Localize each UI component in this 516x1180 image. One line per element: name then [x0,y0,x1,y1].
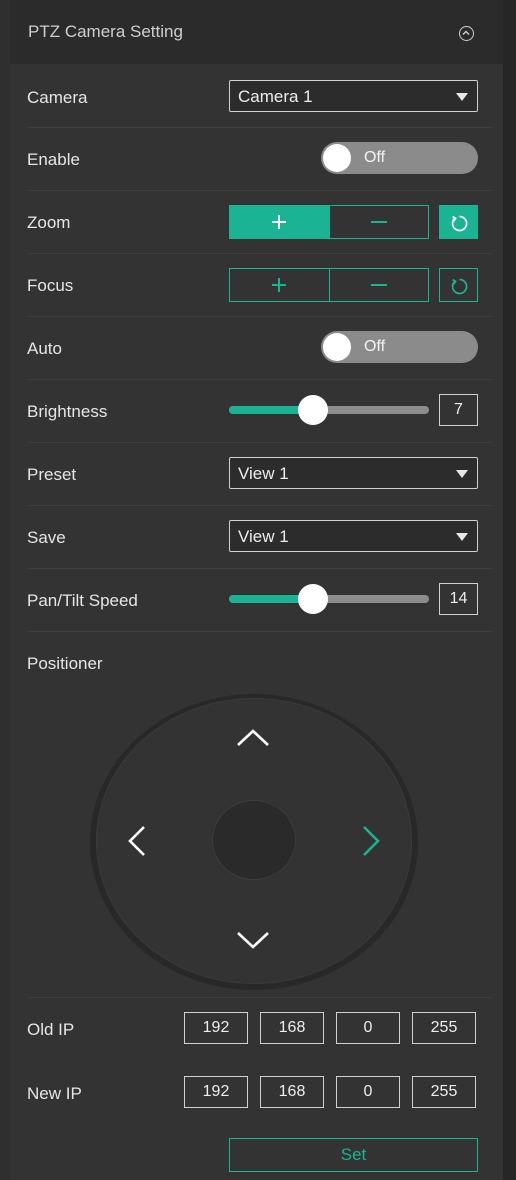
enable-toggle-state: Off [364,149,386,166]
pan-tilt-speed-label: Pan/Tilt Speed [27,591,138,610]
toggle-knob [323,144,351,172]
plus-icon [278,215,281,229]
auto-toggle[interactable]: Off [321,331,478,363]
old-ip-label: Old IP [27,1020,75,1039]
divider [27,379,493,380]
pan-tilt-speed-slider[interactable] [229,584,429,614]
zoom-label: Zoom [27,213,71,232]
zoom-reset-button[interactable] [439,205,478,239]
toggle-knob [323,333,351,361]
brightness-value[interactable]: 7 [439,394,478,426]
arrow-down-icon[interactable] [236,930,270,950]
new-ip-octet-3[interactable]: 0 [336,1076,400,1108]
minus-icon [370,284,387,286]
positioner-label: Positioner [27,654,103,673]
zoom-in-button[interactable] [230,206,329,238]
preset-select-value: View 1 [238,464,289,483]
save-select[interactable]: View 1 [229,520,478,552]
collapse-icon[interactable] [459,26,474,41]
divider [27,568,493,569]
focus-out-button[interactable] [328,269,429,301]
arrow-up-icon[interactable] [236,728,270,748]
chevron-down-icon [456,470,468,478]
panel-header: PTZ Camera Setting [10,0,503,64]
refresh-icon [451,215,468,232]
divider [27,127,493,128]
old-ip-octet-3[interactable]: 0 [336,1012,400,1044]
chevron-down-icon [456,533,468,541]
brightness-label: Brightness [27,402,108,421]
zoom-out-button[interactable] [328,206,429,238]
preset-select[interactable]: View 1 [229,457,478,489]
old-ip-octet-4[interactable]: 255 [412,1012,476,1044]
pan-tilt-speed-value[interactable]: 14 [439,583,478,615]
divider [27,631,493,632]
panel-title: PTZ Camera Setting [28,22,183,41]
divider [27,190,493,191]
chevron-down-icon [456,93,468,101]
new-ip-octet-1[interactable]: 192 [184,1076,248,1108]
camera-select[interactable]: Camera 1 [229,80,478,112]
focus-control [229,268,429,302]
divider [27,442,493,443]
zoom-control [229,205,429,239]
divider [27,253,493,254]
divider [27,505,493,506]
divider [27,997,493,998]
enable-toggle[interactable]: Off [321,142,478,174]
camera-select-value: Camera 1 [238,87,313,106]
slider-thumb[interactable] [298,584,328,614]
preset-label: Preset [27,465,77,484]
auto-toggle-state: Off [364,338,386,355]
arrow-left-icon[interactable] [126,824,148,858]
plus-icon [278,278,281,292]
auto-label: Auto [27,339,62,358]
slider-thumb[interactable] [298,395,328,425]
old-ip-octet-2[interactable]: 168 [260,1012,324,1044]
focus-in-button[interactable] [230,269,329,301]
focus-label: Focus [27,276,74,295]
save-label: Save [27,528,66,547]
refresh-icon [451,278,468,295]
enable-label: Enable [27,150,80,169]
new-ip-label: New IP [27,1084,82,1103]
new-ip-octet-2[interactable]: 168 [260,1076,324,1108]
camera-label: Camera [27,88,88,107]
set-button[interactable]: Set [229,1138,478,1172]
minus-icon [370,221,387,223]
divider [27,316,493,317]
save-select-value: View 1 [238,527,289,546]
positioner-center-button[interactable] [213,801,295,879]
focus-reset-button[interactable] [439,268,478,302]
ptz-settings-panel: PTZ Camera Setting Camera Camera 1 Enabl… [10,0,503,1180]
new-ip-octet-4[interactable]: 255 [412,1076,476,1108]
arrow-right-icon[interactable] [360,824,382,858]
scrollbar-track[interactable] [503,0,516,1180]
brightness-slider[interactable] [229,395,429,425]
old-ip-octet-1[interactable]: 192 [184,1012,248,1044]
